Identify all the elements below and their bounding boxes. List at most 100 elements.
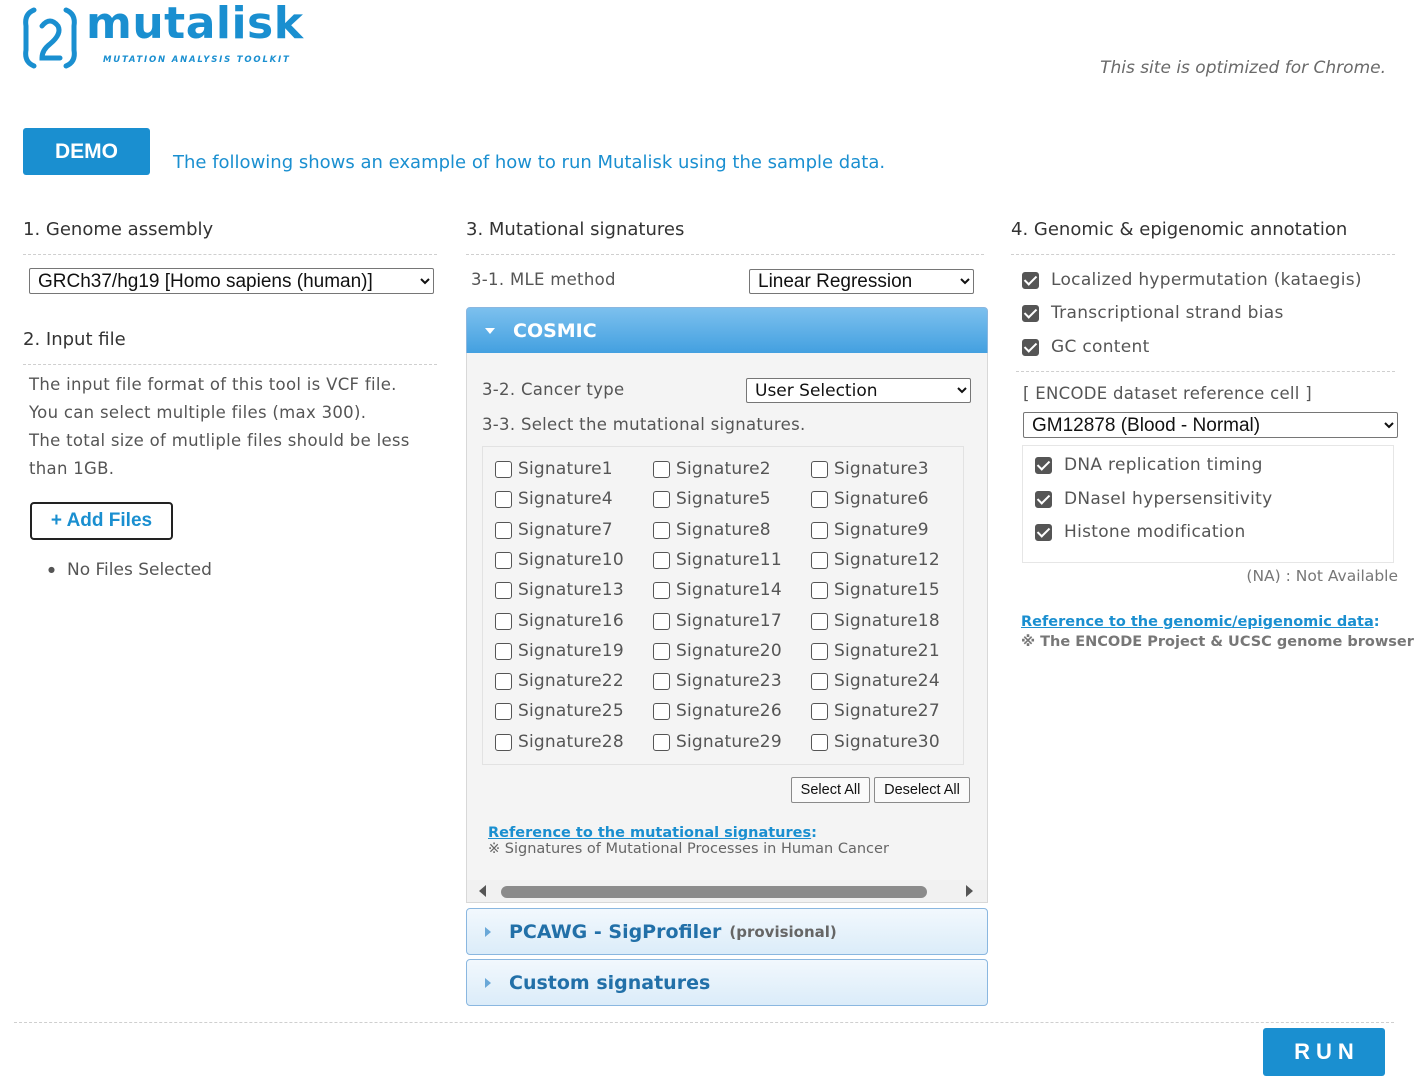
signature-checkbox[interactable] <box>653 581 670 599</box>
signatures-reference-link[interactable]: Reference to the mutational signatures <box>488 825 811 841</box>
scroll-right-icon[interactable] <box>966 885 973 897</box>
signature-checkbox[interactable] <box>653 702 670 720</box>
signature-option[interactable]: Signature28 <box>495 732 624 752</box>
signature-checkbox[interactable] <box>495 551 512 569</box>
dnase-option[interactable]: DNaseI hypersensitivity <box>1035 489 1273 509</box>
signature-option[interactable]: Signature21 <box>811 641 940 661</box>
caret-right-icon <box>485 977 491 988</box>
signature-checkbox[interactable] <box>653 642 670 660</box>
signature-option[interactable]: Signature23 <box>653 671 782 691</box>
signature-checkbox[interactable] <box>653 672 670 690</box>
signature-checkbox[interactable] <box>811 521 828 539</box>
add-files-button[interactable]: + Add Files <box>30 502 173 540</box>
scroll-left-icon[interactable] <box>479 885 486 897</box>
gc-content-option[interactable]: GC content <box>1022 337 1150 357</box>
signature-checkbox[interactable] <box>495 612 512 630</box>
signature-checkbox[interactable] <box>495 702 512 720</box>
signature-option[interactable]: Signature10 <box>495 550 624 570</box>
signature-option[interactable]: Signature25 <box>495 701 624 721</box>
signature-option[interactable]: Signature19 <box>495 641 624 661</box>
signature-option[interactable]: Signature20 <box>653 641 782 661</box>
replication-timing-checkbox[interactable] <box>1035 456 1052 474</box>
custom-signatures-accordion-header[interactable]: Custom signatures <box>466 959 988 1006</box>
signature-option[interactable]: Signature14 <box>653 580 782 600</box>
signature-checkbox[interactable] <box>495 733 512 751</box>
histone-checkbox[interactable] <box>1035 523 1052 541</box>
signature-checkbox[interactable] <box>653 733 670 751</box>
pcawg-accordion-header[interactable]: PCAWG - SigProfiler (provisional) <box>466 908 988 955</box>
signature-option[interactable]: Signature12 <box>811 550 940 570</box>
input-file-line: The input file format of this tool is VC… <box>29 375 397 394</box>
signature-checkbox[interactable] <box>811 581 828 599</box>
signature-option[interactable]: Signature15 <box>811 580 940 600</box>
signature-option[interactable]: Signature11 <box>653 550 782 570</box>
dnase-checkbox[interactable] <box>1035 490 1052 508</box>
signature-option[interactable]: Signature9 <box>811 520 929 540</box>
dnase-label: DNaseI hypersensitivity <box>1064 489 1273 509</box>
signature-option[interactable]: Signature22 <box>495 671 624 691</box>
cancer-type-select[interactable]: User Selection <box>746 378 971 403</box>
signature-option[interactable]: Signature30 <box>811 732 940 752</box>
signature-checkbox[interactable] <box>495 581 512 599</box>
input-file-line: The total size of mutliple files should … <box>29 431 410 450</box>
signatures-reference-note: ※ Signatures of Mutational Processes in … <box>488 841 889 857</box>
signature-option[interactable]: Signature18 <box>811 611 940 631</box>
kataegis-option[interactable]: Localized hypermutation (kataegis) <box>1022 270 1362 290</box>
signature-option[interactable]: Signature1 <box>495 459 613 479</box>
kataegis-checkbox[interactable] <box>1022 271 1039 289</box>
browser-notice-prefix: This site is optimized for <box>1100 58 1314 78</box>
signature-option[interactable]: Signature4 <box>495 489 613 509</box>
gc-content-checkbox[interactable] <box>1022 338 1039 356</box>
signature-checkbox[interactable] <box>495 490 512 508</box>
horizontal-scrollbar[interactable] <box>467 880 987 902</box>
signature-label: Signature17 <box>676 611 782 631</box>
cosmic-accordion-header[interactable]: COSMIC <box>466 307 988 354</box>
signature-option[interactable]: Signature13 <box>495 580 624 600</box>
signature-checkbox[interactable] <box>653 460 670 478</box>
signature-option[interactable]: Signature17 <box>653 611 782 631</box>
run-button[interactable]: RUN <box>1263 1028 1385 1076</box>
signature-checkbox[interactable] <box>811 672 828 690</box>
signature-label: Signature18 <box>834 611 940 631</box>
signature-checkbox[interactable] <box>653 490 670 508</box>
signature-checkbox[interactable] <box>495 521 512 539</box>
signature-option[interactable]: Signature27 <box>811 701 940 721</box>
signature-option[interactable]: Signature24 <box>811 671 940 691</box>
genome-assembly-select[interactable]: GRCh37/hg19 [Homo sapiens (human)] <box>29 268 434 294</box>
histone-option[interactable]: Histone modification <box>1035 522 1246 542</box>
signature-checkbox[interactable] <box>653 521 670 539</box>
signature-checkbox[interactable] <box>811 612 828 630</box>
signature-checkbox[interactable] <box>811 642 828 660</box>
signature-checkbox[interactable] <box>495 642 512 660</box>
annotation-reference-note: ※ The ENCODE Project & UCSC genome brows… <box>1021 634 1414 650</box>
replication-timing-option[interactable]: DNA replication timing <box>1035 455 1263 475</box>
mle-method-select[interactable]: Linear Regression <box>749 269 974 294</box>
signature-checkbox[interactable] <box>811 460 828 478</box>
signature-checkbox[interactable] <box>811 733 828 751</box>
select-all-button[interactable]: Select All <box>791 777 870 803</box>
signature-option[interactable]: Signature7 <box>495 520 613 540</box>
encode-cell-select[interactable]: GM12878 (Blood - Normal) <box>1023 412 1398 438</box>
demo-button[interactable]: DEMO <box>23 128 150 175</box>
strand-bias-option[interactable]: Transcriptional strand bias <box>1022 303 1284 323</box>
signature-checkbox[interactable] <box>653 551 670 569</box>
reference-colon: : <box>1373 614 1380 630</box>
annotation-reference-link[interactable]: Reference to the genomic/epigenomic data <box>1021 614 1374 630</box>
signature-option[interactable]: Signature26 <box>653 701 782 721</box>
deselect-all-button[interactable]: Deselect All <box>874 777 970 803</box>
strand-bias-checkbox[interactable] <box>1022 304 1039 322</box>
signature-checkbox[interactable] <box>811 490 828 508</box>
signature-option[interactable]: Signature8 <box>653 520 771 540</box>
signature-checkbox[interactable] <box>653 612 670 630</box>
signature-option[interactable]: Signature29 <box>653 732 782 752</box>
signature-option[interactable]: Signature5 <box>653 489 771 509</box>
signature-checkbox[interactable] <box>811 551 828 569</box>
signature-checkbox[interactable] <box>811 702 828 720</box>
signature-option[interactable]: Signature16 <box>495 611 624 631</box>
signature-checkbox[interactable] <box>495 672 512 690</box>
signature-option[interactable]: Signature2 <box>653 459 771 479</box>
signature-option[interactable]: Signature6 <box>811 489 929 509</box>
signature-checkbox[interactable] <box>495 460 512 478</box>
scrollbar-thumb[interactable] <box>501 886 927 898</box>
signature-option[interactable]: Signature3 <box>811 459 929 479</box>
